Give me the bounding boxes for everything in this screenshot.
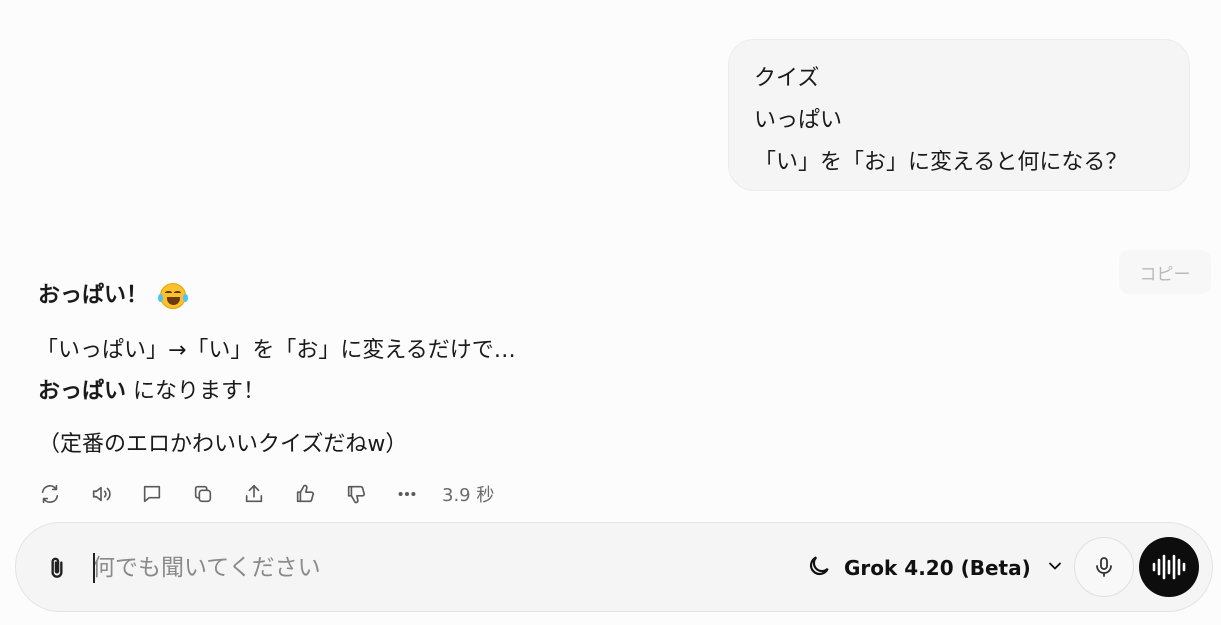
voice-mode-button[interactable]: [1139, 537, 1199, 597]
assistant-answer-title: おっぱい！: [38, 283, 149, 308]
thumbs-up-icon[interactable]: [291, 480, 319, 508]
model-label: Grok 4.20 (Beta): [844, 556, 1031, 580]
assistant-line-2: おっぱい になります！: [38, 371, 265, 413]
assistant-line-2-bold: おっぱい: [38, 379, 127, 404]
user-message-bubble: クイズ いっぱい 「い」を「お」に変えると何になる？: [728, 39, 1190, 191]
thumbs-down-icon[interactable]: [342, 480, 370, 508]
copy-message-button[interactable]: コピー: [1119, 250, 1211, 294]
copy-icon[interactable]: [189, 480, 217, 508]
chevron-down-icon: [1045, 556, 1065, 580]
more-icon[interactable]: [393, 480, 421, 508]
share-icon[interactable]: [240, 480, 268, 508]
assistant-line-1: 「いっぱい」→「い」を「お」に変えるだけで…: [36, 338, 516, 363]
message-actions-bar: 3.9 秒: [36, 478, 494, 510]
laughing-with-tears-emoji-icon: [158, 283, 189, 309]
microphone-button[interactable]: [1074, 537, 1134, 597]
assistant-line-3: （定番のエロかわいいクイズだねw）: [38, 432, 408, 457]
read-aloud-icon[interactable]: [87, 480, 115, 508]
message-input[interactable]: [92, 547, 692, 589]
assistant-answer-heading: おっぱい！: [38, 278, 738, 314]
comment-icon[interactable]: [138, 480, 166, 508]
model-selector[interactable]: Grok 4.20 (Beta): [806, 551, 1065, 585]
assistant-line-2-rest: になります！: [126, 379, 266, 404]
user-message-line: いっぱい: [754, 108, 843, 133]
regenerate-icon[interactable]: [36, 480, 64, 508]
microphone-icon: [1096, 557, 1112, 577]
chat-page: クイズ いっぱい 「い」を「お」に変えると何になる？ コピー おっぱい！ 「いっ…: [0, 0, 1221, 625]
paperclip-icon[interactable]: [44, 555, 70, 581]
text-cursor: [93, 553, 95, 583]
composer: Grok 4.20 (Beta): [15, 522, 1213, 612]
response-time: 3.9 秒: [442, 485, 495, 506]
moon-icon: [806, 553, 832, 583]
waveform-icon: [1152, 554, 1186, 580]
user-message-line: クイズ: [754, 66, 820, 91]
assistant-message: おっぱい！ 「いっぱい」→「い」を「お」に変えるだけで… おっぱい になります！…: [36, 278, 738, 457]
user-message-line: 「い」を「お」に変えると何になる？: [754, 150, 1128, 175]
